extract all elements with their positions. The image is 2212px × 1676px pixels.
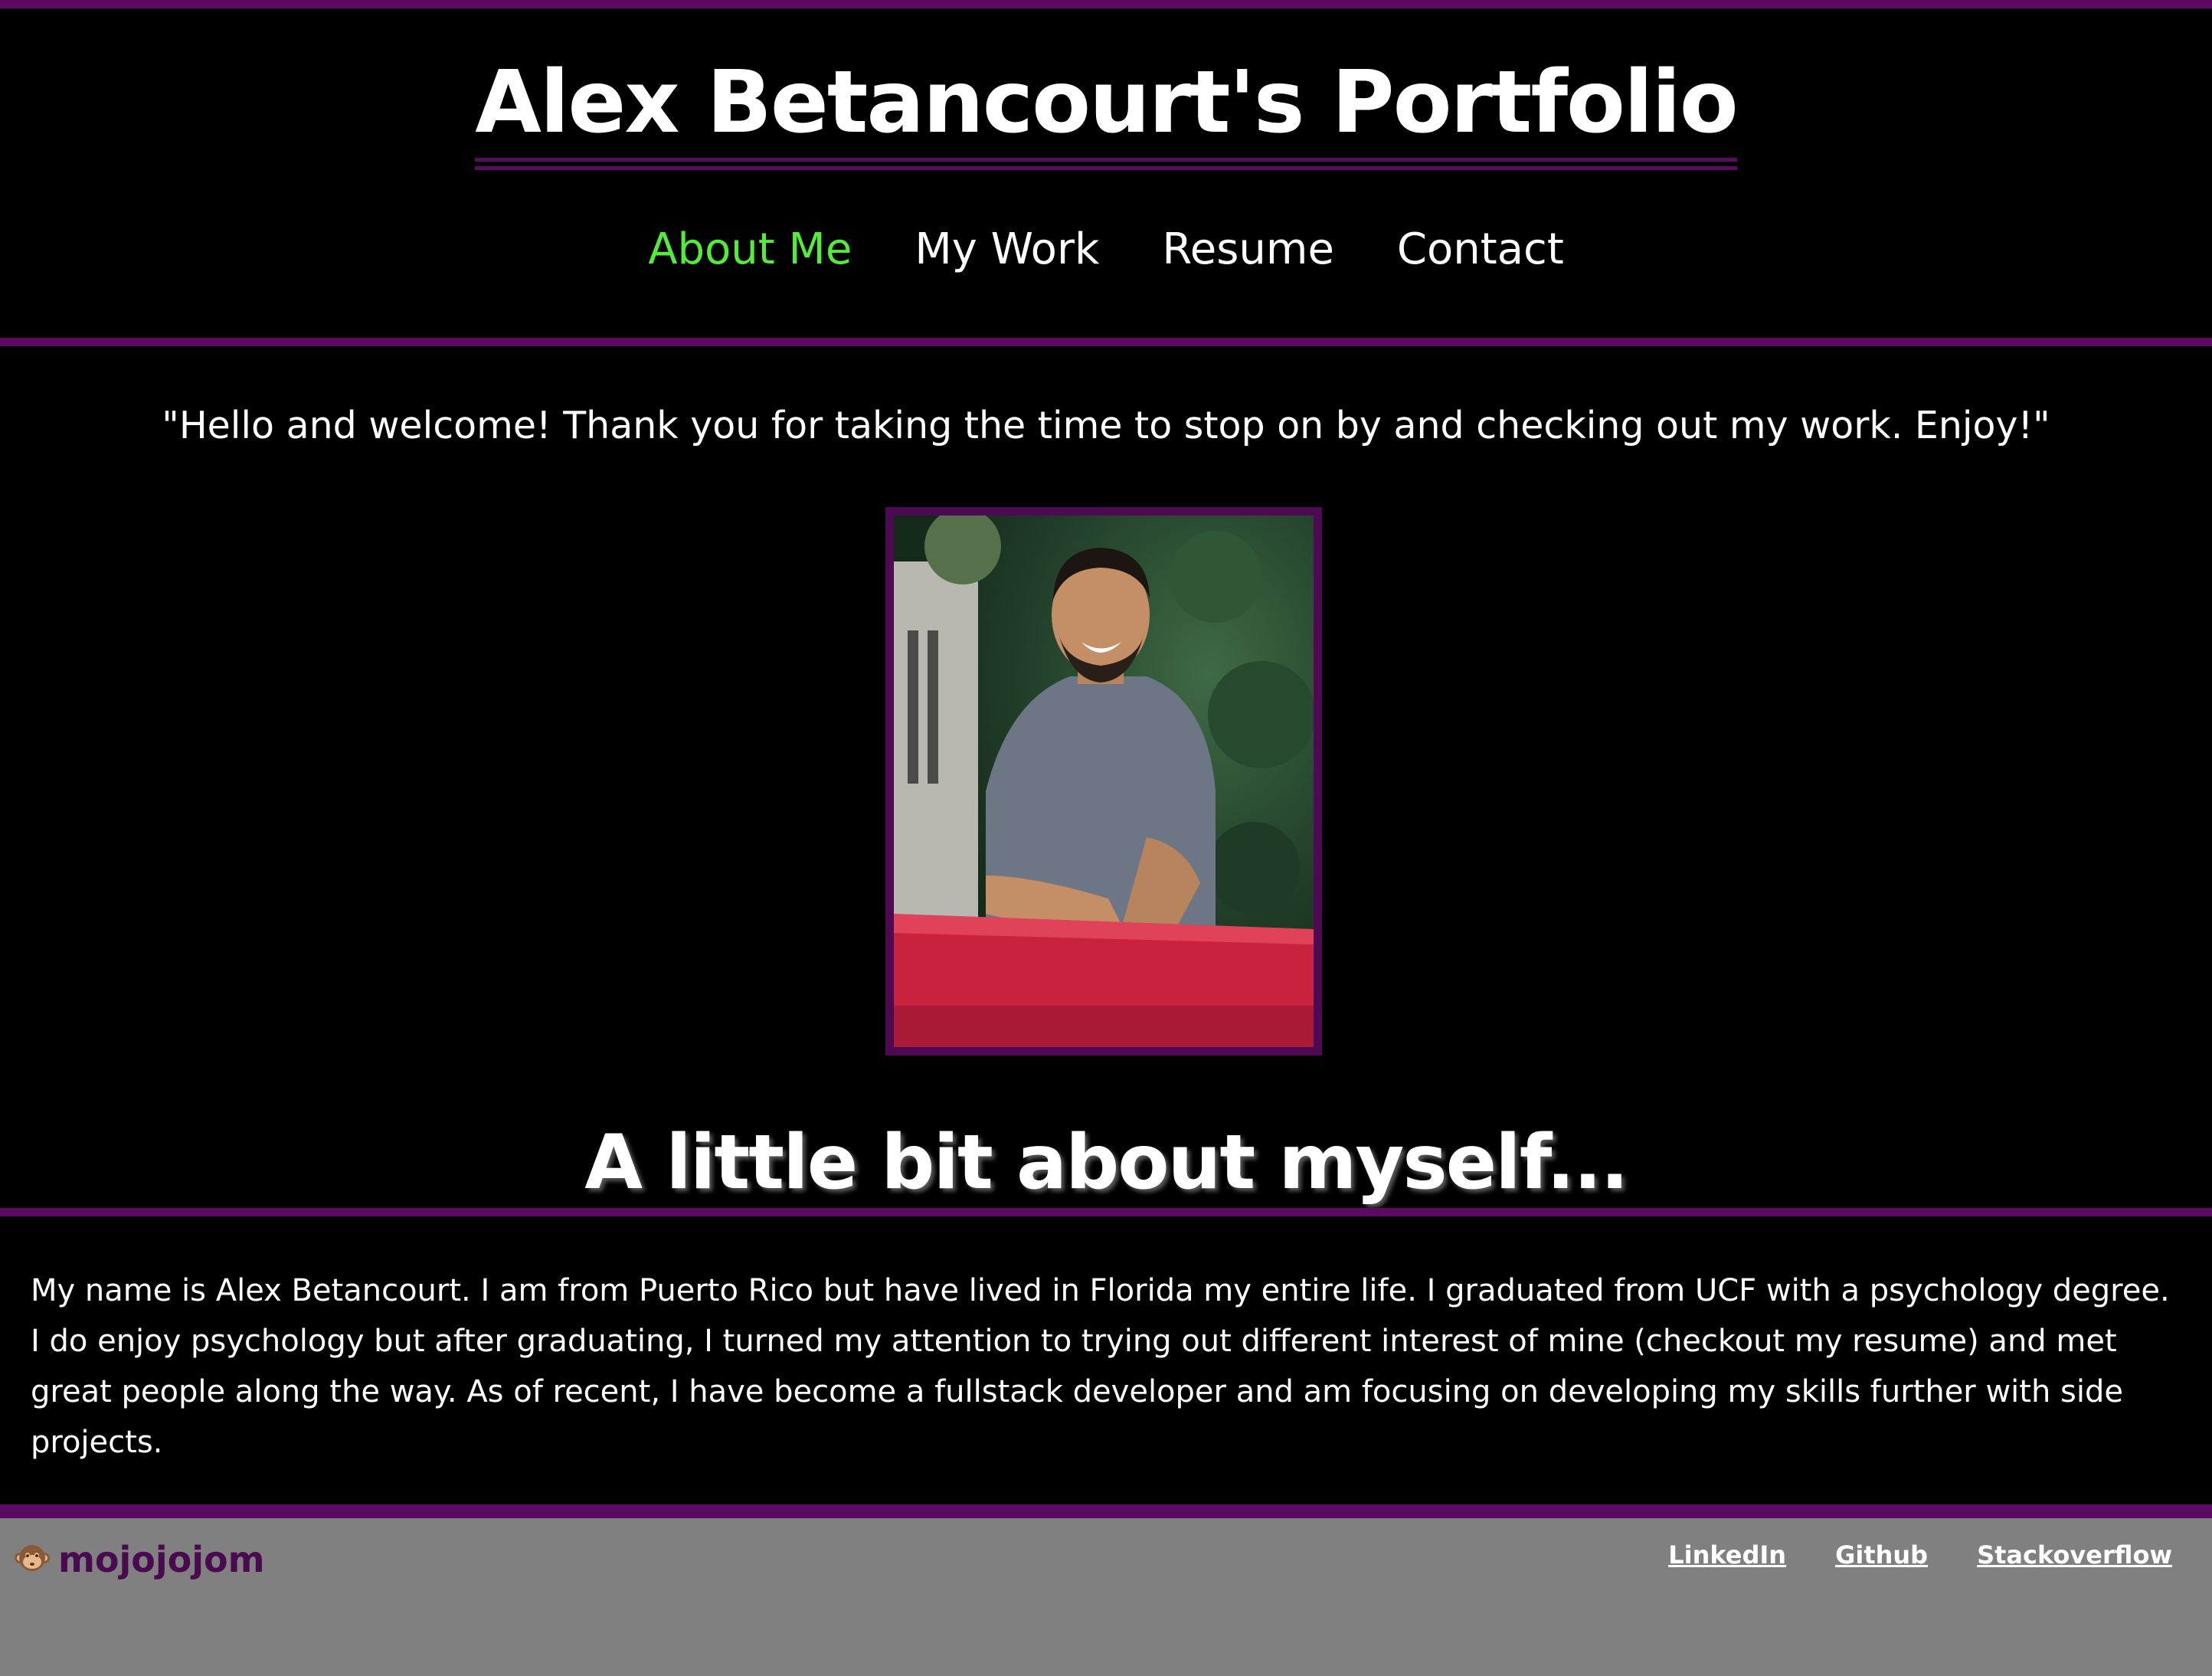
nav-my-work[interactable]: My Work [915,219,1099,280]
site-title: Alex Betancourt's Portfolio [475,49,1739,170]
nav-about-me[interactable]: About Me [648,219,852,280]
site-title-wrap: Alex Betancourt's Portfolio [0,49,2212,170]
about-heading: A little bit about myself... [584,1119,1628,1206]
profile-photo [885,507,1322,1056]
footer-links: LinkedIn Github Stackoverflow [1668,1534,2172,1576]
linkedin-link[interactable]: LinkedIn [1668,1534,1786,1576]
footer-brand[interactable]: mojojojom [14,1537,265,1583]
bio-paragraph: My name is Alex Betancourt. I am from Pu… [31,1273,2170,1460]
footer-divider [0,1504,2212,1518]
top-accent-rule [0,0,2212,8]
nav-resume[interactable]: Resume [1162,219,1334,280]
github-link[interactable]: Github [1835,1534,1928,1576]
profile-photo-image [894,516,1314,1047]
about-divider [0,1208,2212,1216]
main-nav: About Me My Work Resume Contact [0,219,2212,280]
nav-contact[interactable]: Contact [1397,219,1564,280]
stackoverflow-link[interactable]: Stackoverflow [1977,1534,2172,1576]
footer-brand-name: mojojojom [58,1539,265,1580]
monkey-icon [14,1540,51,1579]
header-divider [0,338,2212,346]
site-footer: mojojojom LinkedIn Github Stackoverflow [0,1518,2212,1676]
welcome-message: "Hello and welcome! Thank you for taking… [162,404,2050,447]
